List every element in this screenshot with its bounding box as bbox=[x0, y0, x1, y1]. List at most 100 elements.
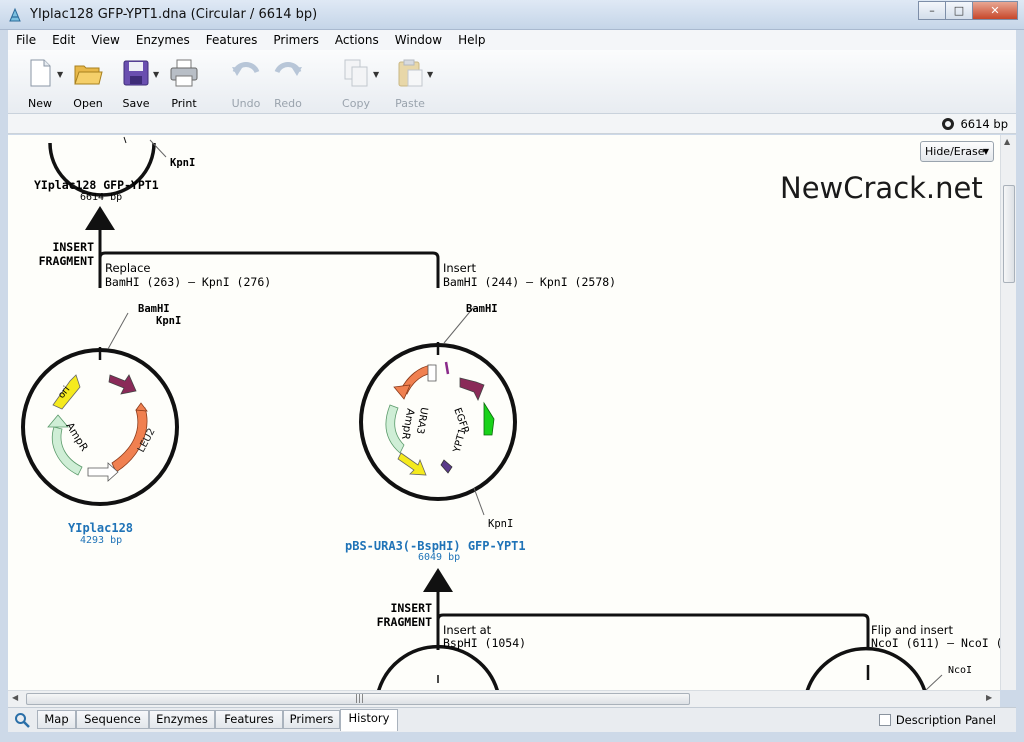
scroll-grip-icon: ||| bbox=[355, 694, 365, 704]
menu-view[interactable]: View bbox=[83, 33, 127, 47]
copy-label: Copy bbox=[342, 97, 370, 110]
tab-enzymes[interactable]: Enzymes bbox=[149, 710, 215, 729]
new-button[interactable]: New bbox=[15, 58, 65, 110]
save-label: Save bbox=[122, 97, 150, 110]
top-product-name: YIplac128 GFP-YPT1 bbox=[34, 178, 159, 192]
open-label: Open bbox=[73, 97, 103, 110]
menu-file[interactable]: File bbox=[8, 33, 44, 47]
bottom-right-map[interactable] bbox=[805, 646, 943, 690]
tab-primers[interactable]: Primers bbox=[283, 710, 340, 729]
history-tree-svg bbox=[21, 136, 943, 690]
paste-button[interactable]: Paste bbox=[385, 58, 435, 110]
title-bar: YIplac128 GFP-YPT1.dna (Circular / 6614 … bbox=[0, 0, 1024, 30]
menu-primers[interactable]: Primers bbox=[265, 33, 327, 47]
vector2-name[interactable]: pBS-URA3(-BspHI) GFP-YPT1 bbox=[345, 539, 526, 553]
vector1-length: 4293 bp bbox=[80, 535, 123, 546]
print-label: Print bbox=[171, 97, 197, 110]
description-panel-label: Description Panel bbox=[895, 713, 996, 727]
toolbar: New ▼ Open Save ▼ Print Undo Redo Copy ▼… bbox=[8, 50, 1016, 114]
vertical-scroll-thumb[interactable] bbox=[1003, 185, 1015, 283]
vector2-length: 6049 bp bbox=[418, 552, 461, 563]
step1-left-sites: BamHI (263) — KpnI (276) bbox=[105, 275, 272, 289]
egfp-feature[interactable] bbox=[483, 401, 495, 436]
hide-erase-label: Hide/Erase bbox=[925, 145, 985, 158]
maximize-button[interactable]: □ bbox=[945, 1, 973, 20]
circular-topology-icon bbox=[942, 118, 955, 130]
step2-right-sites: NcoI (611) — NcoI (1 bbox=[871, 636, 1000, 650]
redo-label: Redo bbox=[274, 97, 302, 110]
view-tab-bar: Map Sequence Enzymes Features Primers Hi… bbox=[8, 707, 1016, 732]
paste-dropdown-arrow-icon[interactable]: ▼ bbox=[427, 70, 433, 79]
tab-map[interactable]: Map bbox=[37, 710, 76, 729]
menu-bar: File Edit View Enzymes Features Primers … bbox=[8, 30, 1016, 50]
vertical-scrollbar[interactable]: ▲ bbox=[1000, 135, 1016, 690]
printer-icon bbox=[170, 59, 198, 87]
menu-window[interactable]: Window bbox=[387, 33, 450, 47]
description-panel-checkbox[interactable] bbox=[878, 714, 891, 726]
menu-actions[interactable]: Actions bbox=[327, 33, 387, 47]
purple-feature-2[interactable] bbox=[459, 377, 485, 401]
sequence-length-text: 6614 bp bbox=[960, 117, 1008, 131]
close-button[interactable]: ✕ bbox=[972, 1, 1018, 20]
menu-edit[interactable]: Edit bbox=[44, 33, 83, 47]
step2-left-action: Insert at bbox=[443, 623, 492, 637]
step2-left-sites: BspHI (1054) bbox=[443, 636, 527, 650]
print-button[interactable]: Print bbox=[159, 58, 209, 110]
window-title: YIplac128 GFP-YPT1.dna (Circular / 6614 … bbox=[30, 7, 318, 22]
vector2-map[interactable] bbox=[359, 307, 517, 516]
copy-button[interactable]: Copy bbox=[331, 58, 381, 110]
horizontal-scroll-thumb[interactable]: ||| bbox=[26, 693, 690, 705]
top-product-length: 6614 bp bbox=[80, 192, 123, 203]
step2-right-action: Flip and insert bbox=[871, 623, 954, 637]
vector2-site-top-label: BamHI bbox=[466, 303, 498, 315]
new-label: New bbox=[28, 97, 52, 110]
step1-left-action: Replace bbox=[105, 261, 151, 275]
scroll-up-arrow-icon[interactable]: ▲ bbox=[1004, 137, 1010, 146]
vector1-site1-label: BamHI bbox=[138, 303, 170, 315]
redo-button[interactable]: Redo bbox=[263, 58, 313, 110]
step1-operation: INSERT FRAGMENT bbox=[38, 240, 94, 268]
copy-dropdown-arrow-icon[interactable]: ▼ bbox=[373, 70, 379, 79]
save-button[interactable]: Save bbox=[111, 58, 161, 110]
history-canvas: KpnI YIplac128 GFP-YPT1 6614 bp INSERT F… bbox=[8, 135, 1000, 690]
bottom-left-map[interactable] bbox=[377, 644, 499, 690]
save-disk-icon bbox=[123, 60, 149, 86]
step2-operation: INSERT FRAGMENT bbox=[376, 601, 432, 629]
paste-clipboard-icon bbox=[398, 59, 423, 87]
step1-right-action: Insert bbox=[443, 261, 476, 275]
redo-arrow-icon bbox=[274, 62, 302, 76]
yellow-feature[interactable] bbox=[397, 452, 427, 476]
copy-icon bbox=[344, 59, 368, 87]
vector1-name[interactable]: YIplac128 bbox=[68, 521, 133, 535]
snapgene-app-icon bbox=[9, 7, 21, 22]
paste-label: Paste bbox=[395, 97, 425, 110]
step2-ncoi-label: NcoI bbox=[948, 665, 973, 676]
vector1-site2-label: KpnI bbox=[156, 315, 182, 327]
scroll-left-arrow-icon[interactable]: ◀ bbox=[12, 693, 18, 702]
tab-sequence[interactable]: Sequence bbox=[76, 710, 149, 729]
top-kpni-label: KpnI bbox=[170, 157, 196, 169]
minimize-button[interactable]: – bbox=[918, 1, 946, 20]
undo-arrow-icon bbox=[232, 62, 260, 76]
tab-features[interactable]: Features bbox=[215, 710, 283, 729]
menu-help[interactable]: Help bbox=[450, 33, 493, 47]
menu-enzymes[interactable]: Enzymes bbox=[128, 33, 198, 47]
purple-feature[interactable] bbox=[108, 374, 137, 395]
tab-history[interactable]: History bbox=[340, 709, 398, 731]
search-icon[interactable] bbox=[14, 712, 30, 728]
sequence-length-readout: 6614 bp bbox=[942, 117, 1008, 131]
vector1-map[interactable] bbox=[21, 312, 179, 506]
hide-erase-dropdown[interactable]: Hide/Erase ▼ bbox=[920, 141, 994, 162]
info-bar: 6614 bp bbox=[8, 114, 1016, 134]
watermark-text: NewCrack.net bbox=[780, 171, 983, 205]
chevron-down-icon: ▼ bbox=[982, 147, 989, 156]
description-panel-toggle[interactable]: Description Panel bbox=[878, 713, 996, 727]
horizontal-scrollbar[interactable]: ◀ ||| ▶ bbox=[8, 690, 1000, 707]
step1-right-sites: BamHI (244) — KpnI (2578) bbox=[443, 275, 617, 289]
vector2-site-bottom-label: KpnI bbox=[488, 518, 514, 530]
menu-features[interactable]: Features bbox=[198, 33, 266, 47]
open-folder-icon bbox=[74, 65, 103, 85]
scroll-right-arrow-icon[interactable]: ▶ bbox=[986, 693, 992, 702]
open-button[interactable]: Open bbox=[63, 58, 113, 110]
new-document-icon bbox=[30, 59, 51, 87]
